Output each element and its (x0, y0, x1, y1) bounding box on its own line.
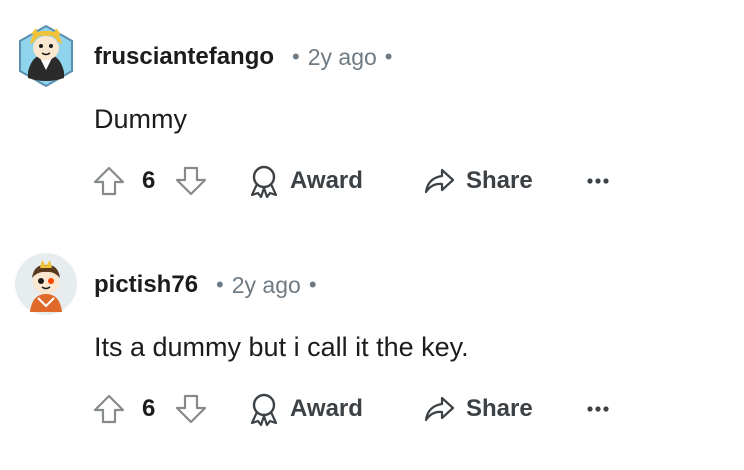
separator-dot: • (292, 44, 300, 69)
award-label: Award (290, 395, 363, 422)
comment-body: Dummy (94, 104, 187, 134)
share-button[interactable]: Share (422, 388, 533, 430)
vote-count: 6 (142, 395, 156, 422)
upvote-button[interactable] (92, 160, 126, 202)
award-button[interactable]: Award (248, 388, 363, 430)
vote-count: 6 (142, 167, 156, 194)
ellipsis-icon (587, 178, 609, 184)
separator-dot: • (308, 272, 317, 297)
award-ribbon-icon (250, 165, 278, 198)
username[interactable]: frusciantefango (94, 43, 274, 71)
arrow-down-icon (175, 166, 207, 196)
share-arrow-icon (424, 168, 455, 194)
comment-actions: 6 Award Share (92, 388, 652, 430)
separator-dot: • (384, 44, 393, 69)
arrow-up-icon (93, 166, 125, 196)
award-ribbon-icon (250, 393, 278, 426)
comment: pictish76 • 2y ago • Its a dummy but i c… (0, 228, 744, 456)
more-options-button[interactable] (586, 160, 610, 202)
award-label: Award (290, 167, 363, 194)
downvote-button[interactable] (174, 388, 208, 430)
share-label: Share (466, 167, 533, 194)
comment-actions: 6 Award Share (92, 160, 652, 202)
ellipsis-icon (587, 406, 609, 412)
comment-meta: pictish76 • 2y ago • (94, 268, 317, 302)
share-arrow-icon (424, 396, 455, 422)
arrow-down-icon (175, 394, 207, 424)
award-button[interactable]: Award (248, 160, 363, 202)
avatar[interactable] (14, 252, 78, 316)
downvote-button[interactable] (174, 160, 208, 202)
separator-dot: • (216, 272, 224, 297)
avatar[interactable] (14, 24, 78, 88)
share-button[interactable]: Share (422, 160, 533, 202)
upvote-button[interactable] (92, 388, 126, 430)
comment: frusciantefango • 2y ago • Dummy 6 Award (0, 0, 744, 228)
more-options-button[interactable] (586, 388, 610, 430)
comment-meta: frusciantefango • 2y ago • (94, 40, 393, 74)
username[interactable]: pictish76 (94, 271, 198, 299)
share-label: Share (466, 395, 533, 422)
timestamp[interactable]: 2y ago (232, 272, 301, 299)
comment-body: Its a dummy but i call it the key. (94, 332, 469, 362)
arrow-up-icon (93, 394, 125, 424)
timestamp[interactable]: 2y ago (308, 44, 377, 71)
